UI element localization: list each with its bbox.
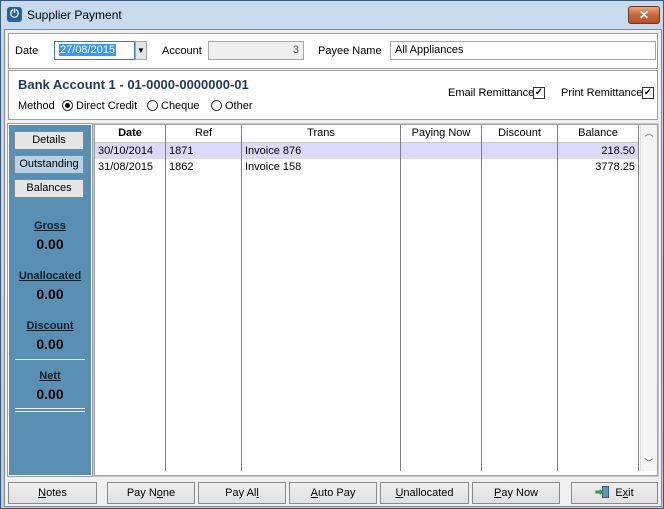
column-divider xyxy=(241,125,242,471)
bank-group: Bank Account 1 - 01-0000-0000000-01 Meth… xyxy=(8,70,658,120)
nett-label: Nett xyxy=(39,370,61,382)
cell-balance: 3778.25 xyxy=(595,161,635,173)
column-header-trans[interactable]: Trans xyxy=(242,125,400,142)
cell-date: 30/10/2014 xyxy=(98,145,154,157)
pay-now-button[interactable]: Pay Now xyxy=(472,482,560,504)
balances-button[interactable]: Balances xyxy=(14,179,84,198)
details-button[interactable]: Details xyxy=(14,131,84,150)
close-button[interactable]: ✕ xyxy=(628,6,660,24)
cheque-label[interactable]: Cheque xyxy=(161,100,200,112)
unallocated-label: Unallocated xyxy=(18,270,82,282)
notes-button[interactable]: Notes xyxy=(8,482,97,504)
column-divider xyxy=(557,125,558,471)
exit-door-icon xyxy=(595,486,610,498)
exit-button[interactable]: Exit xyxy=(571,482,658,504)
radio-direct-credit[interactable] xyxy=(62,100,73,111)
cell-balance: 218.50 xyxy=(601,145,635,157)
column-divider xyxy=(165,125,166,471)
cell-trans: Invoice 158 xyxy=(245,161,302,173)
column-divider xyxy=(481,125,482,471)
cell-ref: 1862 xyxy=(169,161,194,173)
column-header-date[interactable]: Date xyxy=(95,125,165,142)
discount-label: Discount xyxy=(26,320,74,332)
outstanding-button[interactable]: Outstanding xyxy=(14,155,84,174)
double-separator-bottom xyxy=(15,411,85,412)
cell-trans: Invoice 876 xyxy=(245,145,302,157)
account-label: Account xyxy=(162,45,202,57)
unallocated-button[interactable]: Unallocated xyxy=(380,482,469,504)
print-remittance-label: Print Remittance xyxy=(561,87,643,99)
payee-name-field[interactable]: All Appliances xyxy=(390,41,656,60)
client-area: Date 27/08/2015 ▼ Account 3 Payee Name A… xyxy=(4,29,662,507)
radio-cheque[interactable] xyxy=(147,100,158,111)
other-label[interactable]: Other xyxy=(225,100,253,112)
transactions-grid: Date Ref Trans Paying Now Discount Balan… xyxy=(93,123,659,477)
direct-credit-label[interactable]: Direct Credit xyxy=(76,100,137,112)
radio-other[interactable] xyxy=(211,100,222,111)
cell-discount[interactable] xyxy=(482,143,557,159)
cell-paying-now[interactable] xyxy=(401,143,481,159)
summary-panel: Details Outstanding Balances Gross 0.00 … xyxy=(7,123,93,477)
discount-value: 0.00 xyxy=(36,336,64,352)
header-group: Date 27/08/2015 ▼ Account 3 Payee Name A… xyxy=(8,33,658,69)
scroll-up-icon[interactable]: ︿ xyxy=(641,125,657,141)
payee-name-label: Payee Name xyxy=(318,45,382,57)
supplier-payment-window: ⏻ Supplier Payment ✕ Date 27/08/2015 ▼ A… xyxy=(0,0,664,509)
gross-value: 0.00 xyxy=(36,236,64,252)
window-title: Supplier Payment xyxy=(27,8,122,22)
method-label: Method xyxy=(18,100,55,112)
column-header-balance[interactable]: Balance xyxy=(558,125,638,142)
cell-discount[interactable] xyxy=(482,159,557,175)
column-divider xyxy=(400,125,401,471)
date-dropdown-button[interactable]: ▼ xyxy=(135,41,147,60)
cell-ref: 1871 xyxy=(169,145,194,157)
vertical-scrollbar[interactable]: ︿ ﹀ xyxy=(640,125,657,471)
gross-label: Gross xyxy=(34,220,66,232)
column-header-ref[interactable]: Ref xyxy=(166,125,241,142)
nett-value: 0.00 xyxy=(36,386,64,402)
separator xyxy=(15,359,85,360)
column-header-discount[interactable]: Discount xyxy=(482,125,557,142)
column-header-paying-now[interactable]: Paying Now xyxy=(401,125,481,142)
date-field[interactable]: 27/08/2015 xyxy=(54,41,135,60)
print-remittance-checkbox[interactable]: ✓ xyxy=(642,87,654,99)
email-remittance-label: Email Remittance xyxy=(448,87,535,99)
cell-paying-now[interactable] xyxy=(401,159,481,175)
column-divider xyxy=(638,125,639,471)
pay-none-button[interactable]: Pay None xyxy=(107,482,195,504)
bank-account-title: Bank Account 1 - 01-0000-0000000-01 xyxy=(18,77,249,92)
email-remittance-checkbox[interactable]: ✓ xyxy=(533,87,545,99)
auto-pay-button[interactable]: Auto Pay xyxy=(289,482,377,504)
app-power-icon: ⏻ xyxy=(7,7,22,22)
cell-date: 31/08/2015 xyxy=(98,161,154,173)
account-field: 3 xyxy=(208,41,304,60)
date-label: Date xyxy=(15,45,39,57)
title-bar: ⏻ Supplier Payment ✕ xyxy=(1,1,663,29)
pay-all-button[interactable]: Pay All xyxy=(198,482,286,504)
scroll-down-icon[interactable]: ﹀ xyxy=(641,455,657,471)
unallocated-value: 0.00 xyxy=(36,286,64,302)
double-separator-top xyxy=(15,408,85,409)
